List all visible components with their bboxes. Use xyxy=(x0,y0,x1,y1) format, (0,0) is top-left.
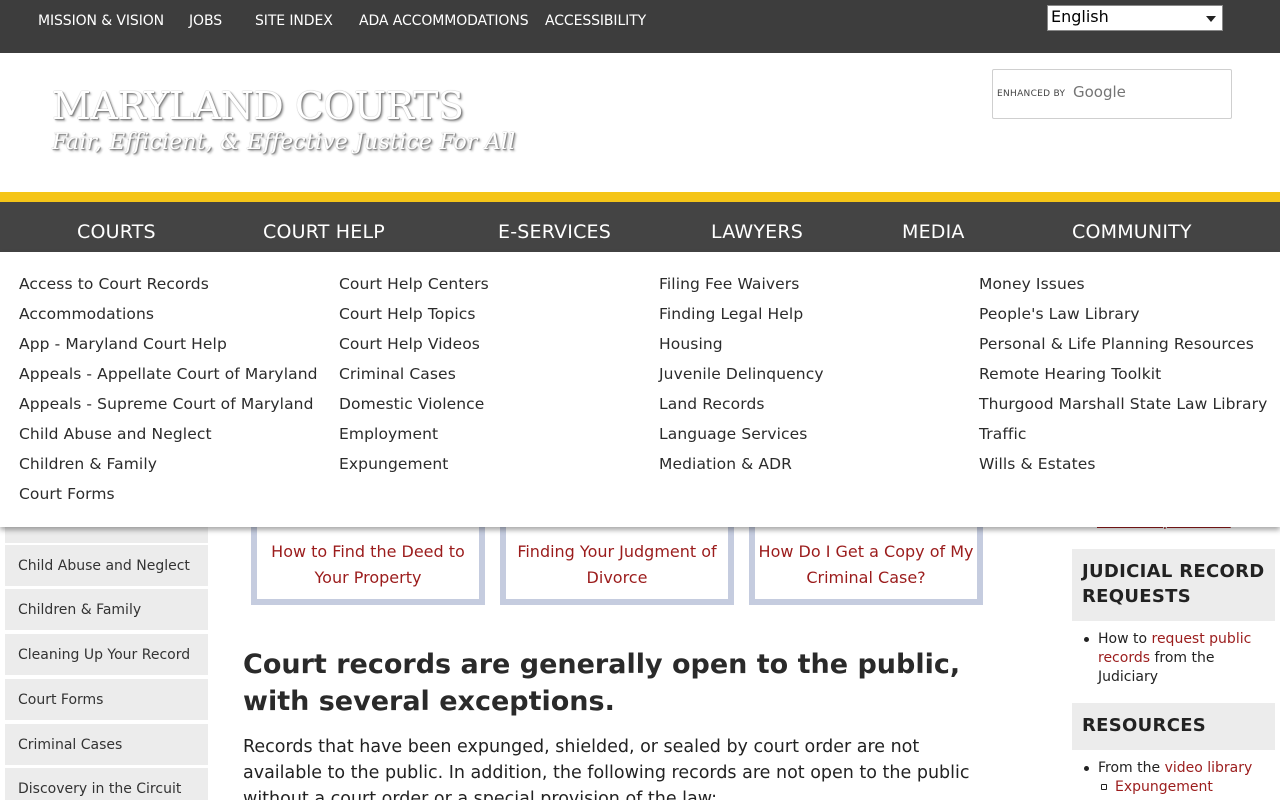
gold-divider xyxy=(0,192,1280,202)
menu-item-finding-legal-help[interactable]: Finding Legal Help xyxy=(659,304,824,334)
menu-item-expungement[interactable]: Expungement xyxy=(339,454,489,484)
menu-item-appeals-supreme[interactable]: Appeals - Supreme Court of Maryland xyxy=(19,394,318,424)
ada-accommodations-link[interactable]: ADA ACCOMMODATIONS xyxy=(359,12,529,30)
quick-link-card-deed[interactable]: How to Find the Deed to Your Property xyxy=(251,515,485,605)
menu-item-court-help-videos[interactable]: Court Help Videos xyxy=(339,334,489,364)
menu-item-juvenile-delinquency[interactable]: Juvenile Delinquency xyxy=(659,364,824,394)
menu-item-court-help-topics[interactable]: Court Help Topics xyxy=(339,304,489,334)
menu-item-land-records[interactable]: Land Records xyxy=(659,394,824,424)
google-logo: Google xyxy=(1073,83,1126,101)
bullet-icon xyxy=(1084,766,1089,771)
nav-court-help[interactable]: COURT HELP xyxy=(263,220,385,244)
quick-link-card-criminal[interactable]: How Do I Get a Copy of My Criminal Case? xyxy=(749,515,983,605)
judicial-requests-title: JUDICIAL RECORD REQUESTS xyxy=(1072,549,1275,621)
menu-item-children-family[interactable]: Children & Family xyxy=(19,454,318,484)
card-text-line: How to Find the Deed to xyxy=(271,542,465,561)
nav-courts[interactable]: COURTS xyxy=(77,220,156,244)
menu-item-peoples-law-library[interactable]: People's Law Library xyxy=(979,304,1267,334)
menu-item-traffic[interactable]: Traffic xyxy=(979,424,1267,454)
page-heading: Court records are generally open to the … xyxy=(243,649,961,717)
nav-media[interactable]: MEDIA xyxy=(902,220,965,244)
nav-community[interactable]: COMMUNITY xyxy=(1072,220,1192,244)
site-logo-title[interactable]: MARYLAND COURTS xyxy=(52,84,464,128)
site-logo-tagline: Fair, Efficient, & Effective Justice For… xyxy=(52,130,516,155)
menu-item-housing[interactable]: Housing xyxy=(659,334,824,364)
menu-item-accommodations[interactable]: Accommodations xyxy=(19,304,318,334)
mega-menu-column: Money Issues People's Law Library Person… xyxy=(979,274,1267,484)
menu-item-thurgood-marshall-library[interactable]: Thurgood Marshall State Law Library xyxy=(979,394,1267,424)
sub-bullet-icon xyxy=(1101,784,1107,790)
menu-item-remote-hearing-toolkit[interactable]: Remote Hearing Toolkit xyxy=(979,364,1267,394)
search-enhanced-label: ENHANCED BY xyxy=(997,89,1066,99)
sidebar-item-children-family[interactable]: Children & Family xyxy=(5,589,208,632)
nav-e-services[interactable]: E-SERVICES xyxy=(498,220,611,244)
menu-item-child-abuse[interactable]: Child Abuse and Neglect xyxy=(19,424,318,454)
card-text-line: How Do I Get a Copy of My xyxy=(758,542,974,561)
utility-bar: MISSION & VISION JOBS SITE INDEX ADA ACC… xyxy=(0,0,1280,53)
intro-paragraph: Records that have been expunged, shielde… xyxy=(243,737,970,800)
menu-item-domestic-violence[interactable]: Domestic Violence xyxy=(339,394,489,424)
card-text-line: Criminal Case? xyxy=(806,568,926,587)
accessibility-link[interactable]: ACCESSIBILITY xyxy=(545,12,646,30)
bullet-icon xyxy=(1084,637,1089,642)
judicial-requests-text: How to request public records from the J… xyxy=(1098,630,1268,687)
resources-title: RESOURCES xyxy=(1072,703,1275,750)
mega-menu-column: Court Help Centers Court Help Topics Cou… xyxy=(339,274,489,484)
sidebar-item-discovery[interactable]: Discovery in the Circuit xyxy=(5,768,208,800)
mega-menu-dropdown: Access to Court Records Accommodations A… xyxy=(0,252,1280,527)
menu-item-language-services[interactable]: Language Services xyxy=(659,424,824,454)
menu-item-mediation-adr[interactable]: Mediation & ADR xyxy=(659,454,824,484)
sidebar-item-cleaning-record[interactable]: Cleaning Up Your Record xyxy=(5,634,208,677)
sidebar-item-child-abuse[interactable]: Child Abuse and Neglect xyxy=(5,545,208,588)
resources-text: From the video library xyxy=(1098,759,1268,778)
card-text-line: Your Property xyxy=(314,568,422,587)
quick-link-card-divorce[interactable]: Finding Your Judgment of Divorce xyxy=(500,515,734,605)
nav-lawyers[interactable]: LAWYERS xyxy=(711,220,803,244)
menu-item-criminal-cases[interactable]: Criminal Cases xyxy=(339,364,489,394)
menu-item-appeals-appellate[interactable]: Appeals - Appellate Court of Maryland xyxy=(19,364,318,394)
video-library-link[interactable]: video library xyxy=(1165,760,1253,776)
chevron-down-icon xyxy=(1206,16,1216,22)
menu-item-court-help-centers[interactable]: Court Help Centers xyxy=(339,274,489,304)
mission-vision-link[interactable]: MISSION & VISION xyxy=(38,12,164,30)
mega-menu-column: Filing Fee Waivers Finding Legal Help Ho… xyxy=(659,274,824,484)
card-text-line: Finding Your Judgment of xyxy=(517,542,717,561)
main-nav: COURTS COURT HELP E-SERVICES LAWYERS MED… xyxy=(0,202,1280,252)
menu-item-personal-life-planning[interactable]: Personal & Life Planning Resources xyxy=(979,334,1267,364)
menu-item-app-court-help[interactable]: App - Maryland Court Help xyxy=(19,334,318,364)
resources-prefix: From the xyxy=(1098,760,1165,776)
jobs-link[interactable]: JOBS xyxy=(189,12,222,30)
menu-item-employment[interactable]: Employment xyxy=(339,424,489,454)
language-select-value: English xyxy=(1051,7,1109,26)
menu-item-access-court-records[interactable]: Access to Court Records xyxy=(19,274,318,304)
sidebar-item-court-forms[interactable]: Court Forms xyxy=(5,679,208,722)
menu-item-wills-estates[interactable]: Wills & Estates xyxy=(979,454,1267,484)
sidebar-item-criminal-cases[interactable]: Criminal Cases xyxy=(5,724,208,767)
mega-menu-column: Access to Court Records Accommodations A… xyxy=(19,274,318,514)
site-index-link[interactable]: SITE INDEX xyxy=(255,12,333,30)
judicial-prefix: How to xyxy=(1098,631,1152,647)
menu-item-money-issues[interactable]: Money Issues xyxy=(979,274,1267,304)
site-header: MARYLAND COURTS Fair, Efficient, & Effec… xyxy=(0,53,1280,192)
search-input[interactable]: ENHANCED BY Google xyxy=(992,69,1232,119)
language-select[interactable]: English xyxy=(1047,5,1223,31)
menu-item-court-forms[interactable]: Court Forms xyxy=(19,484,318,514)
card-text-line: Divorce xyxy=(586,568,648,587)
menu-item-filing-fee-waivers[interactable]: Filing Fee Waivers xyxy=(659,274,824,304)
expungement-video-link[interactable]: Expungement xyxy=(1115,778,1213,797)
